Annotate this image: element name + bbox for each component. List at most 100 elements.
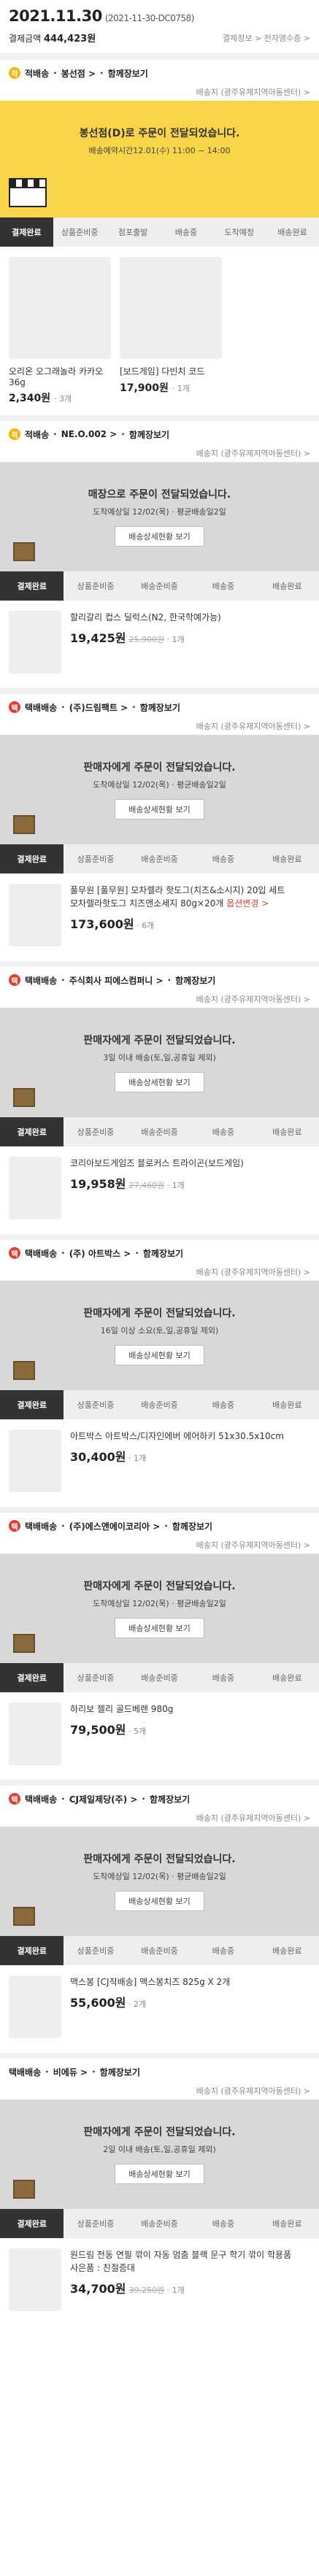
seller-name[interactable]: CJ제일제당(주) >	[69, 1793, 138, 1805]
product-image[interactable]	[9, 257, 111, 359]
shipping-address-link[interactable]: 배송지 (광주유제지역아동센터) >	[0, 1812, 319, 1827]
progress-steps: 결제완료 상품준비중 배송준비중 배송중 배송완료	[0, 2209, 319, 2238]
seller-name[interactable]: 봉선점 >	[61, 67, 96, 80]
product-image[interactable]	[9, 611, 61, 674]
delivery-detail-button[interactable]: 배송상세현황 보기	[115, 799, 204, 820]
progress-step: 상품준비중	[77, 582, 115, 591]
product-name[interactable]: 코리아보드게임즈 블로커스 트라이곤(보드게임)	[70, 1157, 310, 1170]
status-banner: 매장으로 주문이 전달되었습니다. 도착예상일 12/02(목) · 평균배송일2…	[0, 462, 319, 571]
parcel-box-icon	[13, 815, 35, 834]
product-name[interactable]: 풀무원 [풀무원] 모차렐라 핫도그(치즈&소시지) 20입 세트	[70, 884, 310, 897]
shipment-header: 택배배송 · 비에듀 > · 함께장보기	[0, 2059, 319, 2085]
product-name[interactable]: 오리온 오그래놀라 카카오 36g	[9, 365, 111, 387]
delivery-detail-button[interactable]: 배송상세현황 보기	[115, 1618, 204, 1638]
product-image[interactable]	[9, 1975, 61, 2038]
group-label: 함께장보기	[172, 1521, 213, 1532]
shipment-header: 적 적배송 · 봉선점 > · 함께장보기	[0, 60, 319, 86]
status-title: 판매자에게 주문이 전달되었습니다.	[83, 1581, 236, 1592]
product-qty: · 5개	[126, 1727, 147, 1736]
shipping-address-link[interactable]: 배송지 (광주유제지역아동센터) >	[0, 720, 319, 735]
product-card[interactable]: [보드게임] 다빈치 코드 17,900원 · 1개	[120, 257, 222, 405]
separator: ·	[142, 1794, 145, 1804]
product-name[interactable]: 하리보 젤리 골드베렌 980g	[70, 1702, 310, 1716]
seller-name[interactable]: (주) 아트박스 >	[69, 1247, 131, 1260]
product-row[interactable]: 아트박스 아트박스/디자인에버 에어하키 51x30.5x10cm 30,400원…	[0, 1419, 319, 1507]
product-row[interactable]: 맥스봉 [CJ직배송] 맥스봉치즈 825g X 2개 55,600원 · 2개	[0, 1965, 319, 2053]
order-detail-page: 2021.11.30 (2021-11-30-DC0758) 결제금액 444,4…	[0, 0, 319, 2576]
delivery-detail-button[interactable]: 배송상세현황 보기	[115, 1345, 204, 1365]
seller-name[interactable]: 주식회사 피에스컴퍼니 >	[69, 974, 164, 987]
order-date-text: 2021.11.30	[9, 7, 102, 25]
store-body-icon	[9, 188, 47, 207]
status-detail: 3일 이내 배송(토,일,공휴일 제외)	[103, 1053, 216, 1063]
product-image[interactable]	[9, 1702, 61, 1765]
product-name[interactable]: 아트박스 아트박스/디자인에버 에어하키 51x30.5x10cm	[70, 1430, 310, 1443]
parcel-box-icon	[13, 1361, 35, 1380]
group-label: 함께장보기	[128, 429, 170, 440]
shipping-address-link[interactable]: 배송지 (광주유제지역아동센터) >	[0, 447, 319, 462]
product-row[interactable]: 원드림 전동 연필 깎이 자동 멈춤 블랙 문구 학기 깎이 학용품 사은품 : …	[0, 2238, 319, 2326]
product-image[interactable]	[9, 2248, 61, 2311]
shipment-header: 택 택배배송 · 주식회사 피에스컴퍼니 > · 함께장보기	[0, 967, 319, 993]
product-price: 2,340원 · 3개	[9, 393, 72, 404]
ship-type: 택배배송	[25, 1521, 58, 1532]
progress-step: 배송중	[212, 582, 235, 591]
group-label: 함께장보기	[139, 702, 180, 713]
status-detail: 도착예상일 12/02(목) · 평균배송일2일	[93, 1599, 226, 1608]
ship-type-icon: 택	[9, 1247, 20, 1259]
pay-amount-row: 결제금액 444,423원	[9, 31, 96, 45]
status-banner: 판매자에게 주문이 전달되었습니다. 3일 이내 배송(토,일,공휴일 제외) 배송…	[0, 1008, 319, 1117]
seller-name[interactable]: (주)에스앤에이코리아 >	[69, 1520, 161, 1532]
product-image[interactable]	[9, 884, 61, 946]
shipment-section: 택 택배배송 · (주) 아트박스 > · 함께장보기 배송지 (광주유제지역아동센터) >…	[0, 1234, 319, 1507]
status-banner: 판매자에게 주문이 전달되었습니다. 16일 이상 소요(토,일,공휴일 제외) 배…	[0, 1281, 319, 1390]
shipping-address-link[interactable]: 배송지 (광주유제지역아동센터) >	[0, 1266, 319, 1281]
separator: ·	[61, 702, 65, 712]
shipment-section: 택 택배배송 · 주식회사 피에스컴퍼니 > · 함께장보기 배송지 (광주유제지역아동센터…	[0, 961, 319, 1234]
product-info: 원드림 전동 연필 깎이 자동 멈춤 블랙 문구 학기 깎이 학용품 사은품 : …	[70, 2248, 310, 2315]
shipping-address-link[interactable]: 배송지 (광주유제지역아동센터) >	[0, 1539, 319, 1554]
order-number: (2021-11-30-DC0758)	[104, 13, 195, 23]
delivery-detail-button[interactable]: 배송상세현황 보기	[115, 526, 204, 547]
product-info: 하리보 젤리 골드베렌 980g 79,500원 · 5개	[70, 1702, 310, 1770]
delivery-detail-button[interactable]: 배송상세현황 보기	[115, 1072, 204, 1092]
original-price: 39,250원	[128, 2286, 165, 2295]
shipment-section: 적 적배송 · 봉선점 > · 함께장보기 배송지 (광주유제지역아동센터) > 봉선점(D)…	[0, 54, 319, 415]
shipping-address-link[interactable]: 배송지 (광주유제지역아동센터) >	[0, 2085, 319, 2099]
seller-name[interactable]: 비에듀 >	[53, 2066, 88, 2078]
parcel-box-icon	[13, 1634, 35, 1653]
product-row[interactable]: 하리보 젤리 골드베렌 980g 79,500원 · 5개	[0, 1692, 319, 1780]
product-name[interactable]: 원드림 전동 연필 깎이 자동 멈춤 블랙 문구 학기 깎이 학용품	[70, 2248, 310, 2261]
shipment-header: 택 택배배송 · CJ제일제당(주) > · 함께장보기	[0, 1786, 319, 1812]
product-image[interactable]	[9, 1157, 61, 1219]
receipt-links[interactable]: 결제정보 > 전자영수증 >	[223, 32, 310, 44]
group-label: 함께장보기	[107, 68, 148, 79]
product-name[interactable]: 맥스봉 [CJ직배송] 맥스봉치즈 825g X 2개	[70, 1975, 310, 1989]
seller-name[interactable]: (주)드림팩트 >	[69, 701, 128, 714]
change-option-link[interactable]: 옵션변경 >	[226, 898, 269, 909]
progress-step: 상품준비중	[77, 2219, 115, 2229]
shipping-address-link[interactable]: 배송지 (광주유제지역아동센터) >	[0, 86, 319, 101]
product-info: 아트박스 아트박스/디자인에버 에어하키 51x30.5x10cm 30,400원…	[70, 1430, 310, 1497]
parcel-box-icon	[13, 2180, 35, 2199]
product-row[interactable]: 코리아보드게임즈 블로커스 트라이곤(보드게임) 19,958원 27,460원 ·…	[0, 1146, 319, 1234]
product-image[interactable]	[9, 1430, 61, 1492]
product-image[interactable]	[120, 257, 222, 359]
product-price: 17,900원 · 1개	[120, 382, 190, 394]
delivery-detail-button[interactable]: 배송상세현황 보기	[115, 1891, 204, 1911]
seller-name[interactable]: NE.O.002 >	[61, 429, 118, 439]
product-name[interactable]: [보드게임] 다빈치 코드	[120, 365, 222, 377]
original-price: 27,460원	[128, 1181, 165, 1190]
progress-step: 상품준비중	[77, 855, 115, 864]
status-detail: 16일 이상 소요(토,일,공휴일 제외)	[100, 1326, 219, 1335]
delivery-detail-button[interactable]: 배송상세현황 보기	[115, 2164, 204, 2184]
product-row[interactable]: 할리갈리 컵스 딜럭스(N2, 한국학예가능) 19,425원 25,900원 · …	[0, 601, 319, 688]
separator: ·	[132, 702, 136, 712]
product-row[interactable]: 풀무원 [풀무원] 모차렐라 핫도그(치즈&소시지) 20입 세트 모차렐라핫도그…	[0, 874, 319, 961]
status-banner: 판매자에게 주문이 전달되었습니다. 도착예상일 12/02(목) · 평균배송일…	[0, 735, 319, 844]
ship-type: 적배송	[25, 68, 50, 79]
progress-step: 결제완료	[0, 1390, 64, 1419]
shipping-address-link[interactable]: 배송지 (광주유제지역아동센터) >	[0, 993, 319, 1008]
product-card[interactable]: 오리온 오그래놀라 카카오 36g 2,340원 · 3개	[9, 257, 111, 405]
product-name[interactable]: 할리갈리 컵스 딜럭스(N2, 한국학예가능)	[70, 611, 310, 624]
